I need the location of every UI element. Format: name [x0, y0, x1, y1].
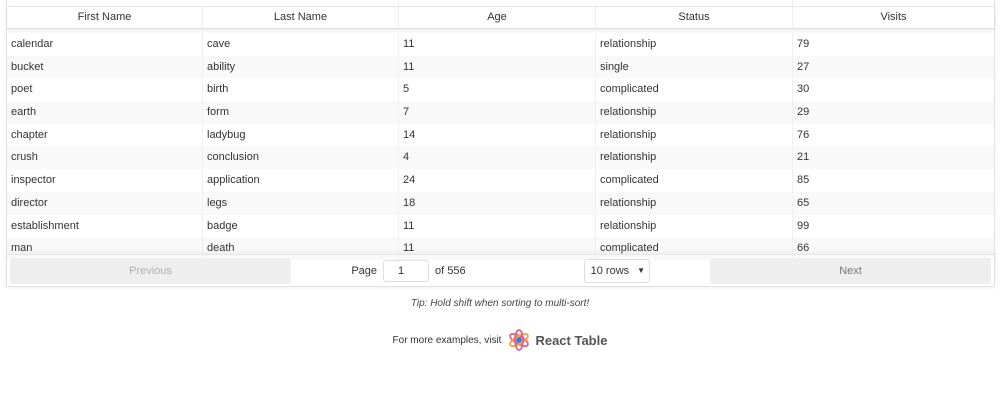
cell-age: 11: [399, 55, 596, 79]
column-header-status[interactable]: Status: [596, 7, 793, 28]
more-examples-text: For more examples, visit: [392, 334, 502, 346]
cell-visits: 21: [797, 151, 810, 164]
table-row[interactable]: crush conclusion 4 relationship 21: [7, 146, 994, 170]
cell-first-name: poet: [7, 78, 203, 102]
tip-text: Tip: Hold shift when sorting to multi-so…: [410, 298, 590, 309]
table-row[interactable]: chapter ladybug 14 relationship 76: [7, 123, 994, 147]
cell-status: relationship: [596, 123, 793, 147]
cell-visits: 27: [797, 60, 810, 73]
page-label: Page: [351, 264, 378, 277]
react-logo-icon: [509, 329, 530, 351]
cell-visits: 30: [797, 83, 810, 96]
column-header-age[interactable]: Age: [399, 7, 596, 28]
cell-first-name: director: [7, 191, 203, 215]
react-table: First Name Last Name Age Status Visits c…: [6, 0, 995, 287]
cell-visits: 85: [797, 174, 810, 187]
cell-status: single: [596, 55, 793, 79]
cell-status: relationship: [596, 33, 793, 56]
cell-last-name: form: [203, 101, 399, 124]
table-row[interactable]: director legs 18 relationship 65: [7, 191, 994, 215]
cell-first-name: calendar: [7, 33, 203, 56]
cell-first-name: bucket: [7, 55, 203, 79]
rows-per-page-value: 10 rows: [590, 264, 630, 277]
page-controls: Page of 556 10 rows ▼: [291, 258, 710, 283]
cell-status: relationship: [596, 191, 793, 215]
cell-visits: 65: [797, 196, 810, 209]
table-row[interactable]: bucket ability 11 single 27: [7, 55, 994, 79]
table-row[interactable]: earth form 7 relationship 29: [7, 101, 994, 124]
cell-last-name: cave: [203, 33, 399, 56]
table-body: calendar cave 11 relationship 79 bucket abilit…: [7, 33, 994, 260]
table-row[interactable]: calendar cave 11 relationship 79: [7, 33, 994, 56]
column-header-last-name[interactable]: Last Name: [203, 7, 399, 28]
react-table-brand: React Table: [535, 332, 608, 348]
cell-status: relationship: [596, 146, 793, 170]
next-button[interactable]: Next: [710, 257, 991, 284]
cell-status: complicated: [596, 169, 793, 192]
cell-age: 24: [399, 169, 596, 192]
page-number-input[interactable]: [383, 259, 430, 282]
page-total: of 556: [435, 264, 466, 277]
cell-status: relationship: [596, 101, 793, 124]
cell-last-name: ladybug: [203, 123, 399, 147]
more-examples: For more examples, visit React Table: [0, 328, 1000, 352]
header-group-stats: [793, 0, 994, 6]
header-group-info: [399, 0, 793, 6]
cell-last-name: ability: [203, 55, 399, 79]
cell-first-name: inspector: [7, 169, 203, 192]
cell-visits: 79: [797, 38, 810, 50]
cell-first-name: chapter: [7, 123, 203, 147]
cell-visits: 76: [797, 128, 810, 141]
table-row[interactable]: poet birth 5 complicated 30: [7, 78, 994, 102]
cell-last-name: application: [203, 169, 399, 192]
cell-age: 7: [399, 101, 596, 124]
table-row[interactable]: establishment badge 11 relationship 99: [7, 214, 994, 238]
cell-age: 18: [399, 191, 596, 215]
cell-visits: 99: [797, 219, 810, 232]
rows-per-page-select[interactable]: 10 rows ▼: [583, 258, 650, 283]
table-row[interactable]: inspector application 24 complicated 85: [7, 169, 994, 192]
header-group-name: [7, 0, 399, 6]
cell-age: 11: [399, 214, 596, 238]
cell-last-name: conclusion: [203, 146, 399, 170]
pagination-bar: Previous Page of 556 10 rows ▼ Next: [7, 254, 994, 286]
cell-first-name: establishment: [7, 214, 203, 238]
previous-button[interactable]: Previous: [10, 257, 291, 284]
cell-last-name: legs: [203, 191, 399, 215]
cell-age: 4: [399, 146, 596, 170]
cell-age: 5: [399, 78, 596, 102]
cell-first-name: earth: [7, 101, 203, 124]
cell-age: 14: [399, 123, 596, 147]
cell-visits: 29: [797, 106, 810, 119]
column-header-visits[interactable]: Visits: [793, 7, 994, 28]
header-group-row: [7, 0, 994, 7]
cell-last-name: birth: [203, 78, 399, 102]
cell-first-name: crush: [7, 146, 203, 170]
column-header-first-name[interactable]: First Name: [7, 7, 203, 28]
page-info: Page of 556: [351, 259, 466, 282]
cell-last-name: badge: [203, 214, 399, 238]
cell-status: relationship: [596, 214, 793, 238]
react-table-link[interactable]: React Table: [507, 328, 607, 352]
cell-status: complicated: [596, 78, 793, 102]
caret-down-icon: ▼: [637, 266, 646, 275]
cell-age: 11: [399, 33, 596, 56]
column-header-row: First Name Last Name Age Status Visits: [7, 7, 994, 29]
